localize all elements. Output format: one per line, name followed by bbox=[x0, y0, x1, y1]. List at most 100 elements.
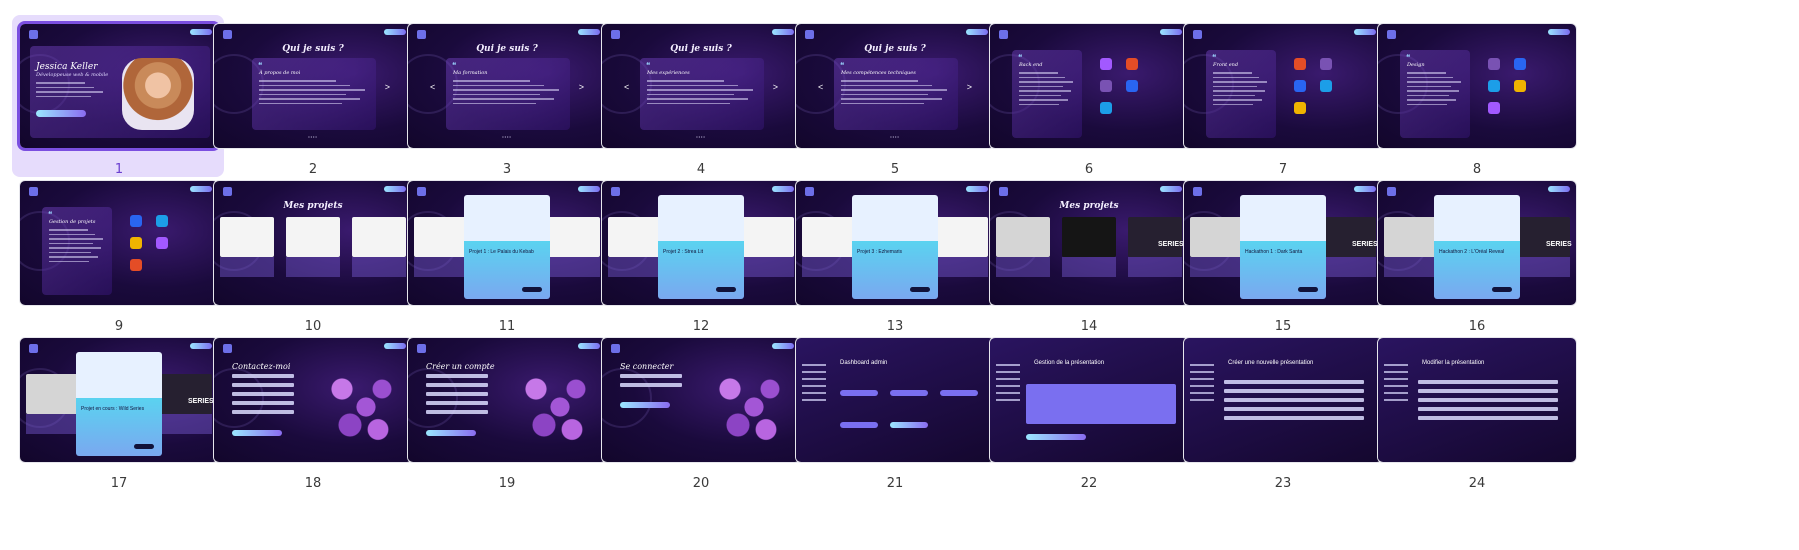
slide-thumbnail[interactable]: Créer une nouvelle présentation 23 bbox=[1178, 332, 1400, 512]
project-image bbox=[1062, 217, 1116, 257]
slide-preview[interactable]: Modifier la présentation bbox=[1378, 338, 1576, 462]
slide-preview[interactable]: SERIES Hackathon 2 : L'Oréal Reveal bbox=[1378, 181, 1576, 305]
quote-icon: ❝ bbox=[258, 61, 263, 70]
project-image bbox=[1128, 217, 1182, 257]
slide-preview[interactable]: Créer un compte bbox=[408, 338, 606, 462]
slide-thumbnail[interactable]: Gestion de la présentation 22 bbox=[984, 332, 1206, 512]
slide-thumbnail[interactable]: Mes projets SERIES 14 bbox=[984, 175, 1206, 355]
admin-form bbox=[1224, 380, 1364, 425]
modal-close-button bbox=[1298, 287, 1318, 292]
slide-preview[interactable]: ❝ Design bbox=[1378, 24, 1576, 148]
slide-thumbnail[interactable]: SERIES Hackathon 1 : Dark Santa 15 bbox=[1178, 175, 1400, 355]
slide-title: Qui je suis ? bbox=[282, 44, 344, 54]
slide-preview[interactable]: Projet 3 : Ezhemaris bbox=[796, 181, 994, 305]
logo-icon bbox=[1387, 187, 1396, 196]
quote-icon: ❝ bbox=[1406, 53, 1411, 62]
text-lines bbox=[1213, 72, 1269, 108]
text-lines bbox=[841, 80, 951, 107]
slide-thumbnail[interactable]: Se connecter 20 bbox=[596, 332, 818, 512]
logo-icon bbox=[417, 30, 426, 39]
slide-thumbnail[interactable]: SERIES Projet en cours : Wild Series 17 bbox=[14, 332, 236, 512]
project-caption bbox=[1128, 257, 1182, 277]
card-heading: Front end bbox=[1213, 62, 1239, 68]
admin-title: Dashboard admin bbox=[840, 360, 888, 366]
project-image bbox=[1516, 217, 1570, 257]
slide-thumbnail[interactable]: Jessica Keller Développeuse web & mobile 1 bbox=[12, 15, 236, 198]
slide-preview[interactable]: ❝ Gestion de projets bbox=[20, 181, 218, 305]
slide-preview[interactable]: ❝ Front end bbox=[1184, 24, 1382, 148]
slide-preview[interactable]: SERIES Projet en cours : Wild Series bbox=[20, 338, 218, 462]
prev-arrow-icon: < bbox=[624, 82, 630, 92]
slide-preview[interactable]: Mes projets SERIES bbox=[990, 181, 1188, 305]
slide-thumbnail[interactable]: Projet 1 : Le Palais du Kebab 11 bbox=[402, 175, 624, 355]
text-lines bbox=[49, 229, 105, 265]
connect-button bbox=[1548, 186, 1570, 192]
project-modal: Hackathon 2 : L'Oréal Reveal bbox=[1434, 195, 1520, 299]
slide-thumbnail[interactable]: ❝ Front end 7 bbox=[1178, 18, 1400, 198]
slide-preview[interactable]: SERIES Hackathon 1 : Dark Santa bbox=[1184, 181, 1382, 305]
card-heading: Mes compétences techniques bbox=[841, 70, 916, 76]
project-caption bbox=[352, 257, 406, 277]
slide-thumbnail[interactable]: Qui je suis ? ❝ Mes expériences < > •••• 4 bbox=[596, 18, 818, 198]
tech-logo-icon bbox=[1514, 80, 1526, 92]
slide-preview[interactable]: Qui je suis ? ❝ Ma formation < > •••• bbox=[408, 24, 606, 148]
profile-photo bbox=[122, 58, 194, 130]
slide-preview[interactable]: Gestion de la présentation bbox=[990, 338, 1188, 462]
slide-thumbnail[interactable]: Qui je suis ? ❝ À propos de moi > •••• 2 bbox=[208, 18, 430, 198]
modal-heading: Hackathon 2 : L'Oréal Reveal bbox=[1439, 249, 1505, 255]
slide-preview[interactable]: Mes projets bbox=[214, 181, 412, 305]
slide-thumbnail[interactable]: Mes projets 10 bbox=[208, 175, 430, 355]
logo-icon bbox=[611, 187, 620, 196]
slide-thumbnail[interactable]: Projet 3 : Ezhemaris 13 bbox=[790, 175, 1012, 355]
form-fields bbox=[232, 374, 294, 419]
text-lines bbox=[1019, 72, 1075, 108]
slide-thumbnail[interactable]: Qui je suis ? ❝ Mes compétences techniques… bbox=[790, 18, 1012, 198]
card-heading: Ma formation bbox=[453, 70, 488, 76]
slide-thumbnail[interactable]: Contactez-moi 18 bbox=[208, 332, 430, 512]
slide-thumbnail[interactable]: Qui je suis ? ❝ Ma formation < > •••• 3 bbox=[402, 18, 624, 198]
slide-title: Qui je suis ? bbox=[670, 44, 732, 54]
slide-preview[interactable]: Projet 1 : Le Palais du Kebab bbox=[408, 181, 606, 305]
project-image bbox=[608, 217, 662, 257]
project-image bbox=[996, 217, 1050, 257]
project-caption bbox=[1190, 257, 1244, 277]
content-card: ❝ Design bbox=[1400, 50, 1470, 138]
slide-thumbnail[interactable]: SERIES Hackathon 2 : L'Oréal Reveal 16 bbox=[1372, 175, 1594, 355]
admin-sidebar bbox=[996, 364, 1020, 406]
slide-thumbnail[interactable]: ❝ Gestion de projets 9 bbox=[14, 175, 236, 355]
slide-thumbnail[interactable]: Dashboard admin 21 bbox=[790, 332, 1012, 512]
admin-title: Gestion de la présentation bbox=[1034, 360, 1105, 366]
project-caption bbox=[1322, 257, 1376, 277]
slide-preview[interactable]: Dashboard admin bbox=[796, 338, 994, 462]
slide-preview[interactable]: ❝ Back end bbox=[990, 24, 1188, 148]
slide-preview[interactable]: Qui je suis ? ❝ Mes expériences < > •••• bbox=[602, 24, 800, 148]
tech-logo-icon bbox=[130, 237, 142, 249]
slide-preview[interactable]: Qui je suis ? ❝ À propos de moi > •••• bbox=[214, 24, 412, 148]
prev-arrow-icon: < bbox=[818, 82, 824, 92]
slide-thumbnail[interactable]: ❝ Design 8 bbox=[1372, 18, 1594, 198]
slide-thumbnail[interactable]: Modifier la présentation 24 bbox=[1372, 332, 1594, 512]
form-fields bbox=[620, 374, 682, 392]
slide-thumbnail[interactable]: Créer un compte 19 bbox=[402, 332, 624, 512]
project-caption bbox=[414, 257, 468, 277]
logo-icon bbox=[29, 187, 38, 196]
slide-thumbnail[interactable]: Projet 2 : Strea Lit 12 bbox=[596, 175, 818, 355]
slide-thumbnail[interactable]: ❝ Back end 6 bbox=[984, 18, 1206, 198]
slide-nav bbox=[1250, 30, 1265, 35]
slide-preview[interactable]: Contactez-moi bbox=[214, 338, 412, 462]
slide-preview[interactable]: Jessica Keller Développeuse web & mobile bbox=[20, 24, 218, 148]
project-caption bbox=[286, 257, 340, 277]
slide-preview[interactable]: Qui je suis ? ❝ Mes compétences techniques… bbox=[796, 24, 994, 148]
logo-icon bbox=[999, 30, 1008, 39]
modal-close-button bbox=[716, 287, 736, 292]
presentation-table bbox=[1026, 384, 1176, 424]
project-caption bbox=[934, 257, 988, 277]
slide-preview[interactable]: Projet 2 : Strea Lit bbox=[602, 181, 800, 305]
project-image bbox=[1322, 217, 1376, 257]
slide-preview[interactable]: Créer une nouvelle présentation bbox=[1184, 338, 1382, 462]
tech-logo-icon bbox=[1488, 102, 1500, 114]
slide-preview[interactable]: Se connecter bbox=[602, 338, 800, 462]
admin-button bbox=[890, 422, 928, 428]
tech-logo-icon bbox=[1488, 80, 1500, 92]
submit-button bbox=[426, 430, 476, 436]
